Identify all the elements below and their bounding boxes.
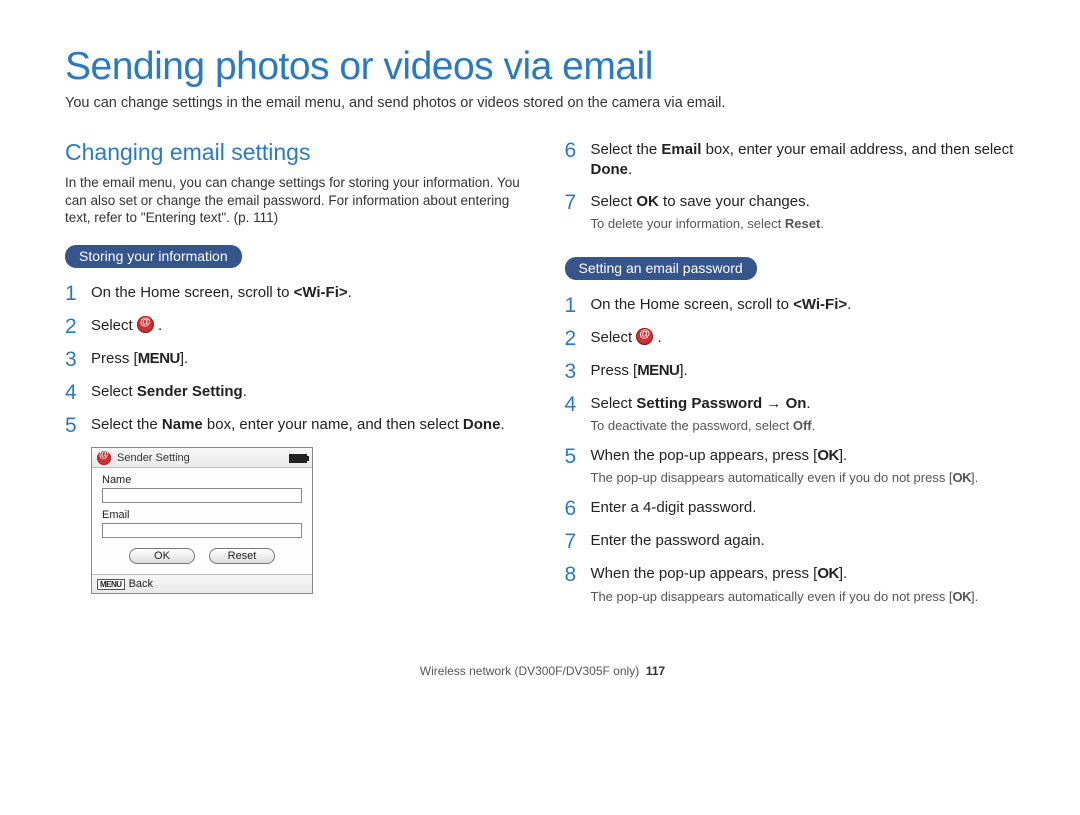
camera-title: Sender Setting (117, 452, 283, 464)
step-text: Select (91, 383, 137, 400)
step-text: Enter the password again. (591, 530, 1021, 551)
off-label: Off (793, 418, 812, 433)
ok-button[interactable]: OK (129, 548, 195, 564)
menu-button-label: MENU (637, 362, 679, 379)
name-input[interactable] (102, 488, 302, 503)
step-number: 4 (565, 393, 591, 416)
step-sub: The pop-up disappears automatically even… (591, 589, 1021, 606)
steps-storing-info: 1 On the Home screen, scroll to <Wi-Fi>.… (65, 282, 521, 437)
step-number: 6 (565, 139, 591, 162)
camera-footer: MENU Back (92, 574, 312, 593)
back-label: Back (129, 578, 153, 590)
step-3: 3 Press [MENU]. (565, 360, 1021, 383)
step-number: 7 (565, 530, 591, 553)
step-number: 3 (565, 360, 591, 383)
page-intro: You can change settings in the email men… (65, 95, 1020, 111)
step-2: 2 Select . (65, 315, 521, 338)
step-number: 1 (565, 294, 591, 317)
step-number: 6 (565, 497, 591, 520)
step-2: 2 Select . (565, 327, 1021, 350)
step-number: 2 (65, 315, 91, 338)
camera-header: Sender Setting (92, 448, 312, 468)
left-column: Changing email settings In the email men… (65, 139, 521, 616)
step-6: 6 Enter a 4-digit password. (565, 497, 1021, 520)
step-number: 8 (565, 563, 591, 586)
footer-text: Wireless network (DV300F/DV305F only) (420, 664, 639, 678)
done-label: Done (463, 416, 501, 433)
step-number: 5 (565, 445, 591, 468)
step-number: 1 (65, 282, 91, 305)
step-sub: To deactivate the password, select Off. (591, 418, 1021, 435)
ok-button-label: OK (817, 565, 839, 582)
step-1: 1 On the Home screen, scroll to <Wi-Fi>. (565, 294, 1021, 317)
email-box-label: Email (661, 141, 701, 158)
step-7: 7 Enter the password again. (565, 530, 1021, 553)
step-number: 2 (565, 327, 591, 350)
step-sub: To delete your information, select Reset… (591, 216, 1021, 233)
ok-button-label: OK (953, 470, 972, 485)
page-footer: Wireless network (DV300F/DV305F only) 11… (65, 664, 1020, 678)
email-label: Email (102, 509, 302, 521)
step-7: 7 Select OK to save your changes. To del… (565, 191, 1021, 233)
wifi-label: <Wi-Fi> (793, 296, 847, 313)
right-column: 6 Select the Email box, enter your email… (565, 139, 1021, 616)
ok-label: OK (636, 193, 659, 210)
section-desc: In the email menu, you can change settin… (65, 174, 521, 227)
pill-setting-password: Setting an email password (565, 257, 757, 280)
done-label: Done (591, 161, 629, 178)
menu-button-label: MENU (138, 350, 180, 367)
step-3: 3 Press [MENU]. (65, 348, 521, 371)
step-text: Enter a 4-digit password. (591, 497, 1021, 518)
page-title: Sending photos or videos via email (65, 45, 1020, 89)
steps-setting-password: 1 On the Home screen, scroll to <Wi-Fi>.… (565, 294, 1021, 606)
wifi-label: <Wi-Fi> (294, 284, 348, 301)
email-app-icon (636, 328, 653, 345)
reset-label: Reset (785, 216, 820, 231)
name-box-label: Name (162, 416, 203, 433)
on-label: On (786, 395, 807, 412)
menu-chip: MENU (97, 579, 125, 590)
step-text: Select (91, 317, 137, 334)
name-label: Name (102, 474, 302, 486)
camera-ui-mock: Sender Setting Name Email OK Reset MENU … (91, 447, 313, 594)
step-number: 5 (65, 414, 91, 437)
step-number: 4 (65, 381, 91, 404)
reset-button[interactable]: Reset (209, 548, 275, 564)
step-number: 7 (565, 191, 591, 214)
step-text: Press [ (91, 350, 138, 367)
setting-password-label: Setting Password (636, 395, 762, 412)
ok-button-label: OK (817, 447, 839, 464)
step-4: 4 Select Setting Password → On. To deact… (565, 393, 1021, 435)
email-input[interactable] (102, 523, 302, 538)
steps-storing-info-cont: 6 Select the Email box, enter your email… (565, 139, 1021, 233)
section-heading-changing-email: Changing email settings (65, 139, 521, 166)
step-number: 3 (65, 348, 91, 371)
step-6: 6 Select the Email box, enter your email… (565, 139, 1021, 181)
email-app-icon (137, 316, 154, 333)
step-5: 5 Select the Name box, enter your name, … (65, 414, 521, 437)
step-8: 8 When the pop-up appears, press [OK]. T… (565, 563, 1021, 605)
ok-button-label: OK (953, 589, 972, 604)
step-4: 4 Select Sender Setting. (65, 381, 521, 404)
pill-storing-info: Storing your information (65, 245, 242, 268)
step-1: 1 On the Home screen, scroll to <Wi-Fi>. (65, 282, 521, 305)
sender-setting-label: Sender Setting (137, 383, 243, 400)
page-number: 117 (646, 664, 665, 678)
battery-icon (289, 454, 307, 463)
step-5: 5 When the pop-up appears, press [OK]. T… (565, 445, 1021, 487)
camera-body: Name Email OK Reset (92, 468, 312, 574)
step-text: On the Home screen, scroll to (91, 284, 294, 301)
email-app-icon (97, 451, 111, 465)
step-sub: The pop-up disappears automatically even… (591, 470, 1021, 487)
